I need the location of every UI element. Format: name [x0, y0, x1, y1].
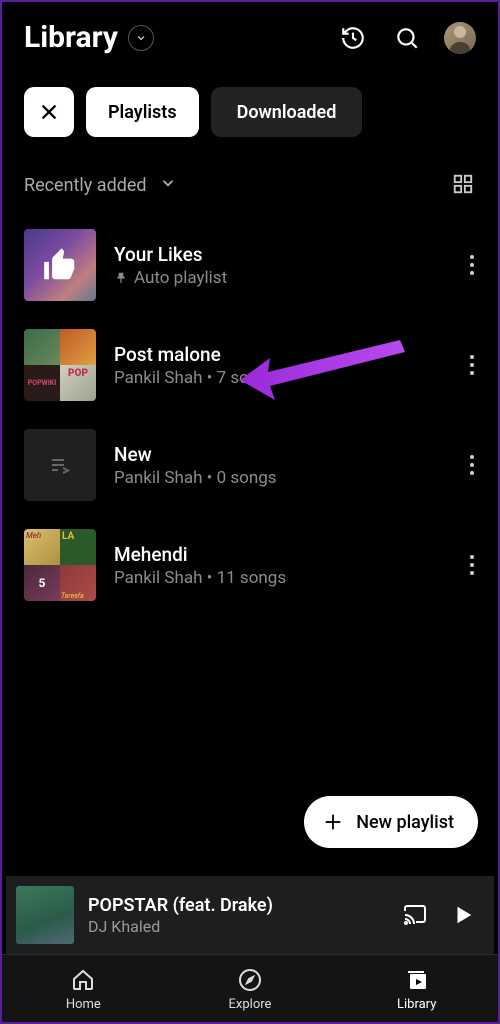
playlist-item-your-likes[interactable]: Your Likes Auto playlist: [24, 215, 492, 315]
playlist-subtitle: Pankil Shah • 11 songs: [114, 568, 452, 588]
playlist-thumb: Meh LA 5 Tareefa: [24, 529, 96, 601]
playlist-item-new[interactable]: New Pankil Shah • 0 songs: [24, 415, 492, 515]
library-icon: [404, 967, 430, 993]
play-icon[interactable]: [446, 900, 480, 930]
playlist-list: Your Likes Auto playlist POPWIKI POP Pos…: [0, 207, 500, 615]
playlist-menu-button[interactable]: [452, 255, 492, 275]
nav-library[interactable]: Library: [333, 955, 500, 1024]
grid-view-toggle[interactable]: [452, 173, 476, 197]
bottom-nav: Home Explore Library: [0, 954, 500, 1024]
nav-home[interactable]: Home: [0, 955, 167, 1024]
playlist-item-mehendi[interactable]: Meh LA 5 Tareefa Mehendi Pankil Shah • 1…: [24, 515, 492, 615]
playlist-thumb: [24, 429, 96, 501]
filter-chip-downloaded[interactable]: Downloaded: [211, 87, 363, 137]
page-title[interactable]: Library: [24, 20, 118, 55]
nav-label: Explore: [229, 997, 272, 1012]
mini-player[interactable]: POPSTAR (feat. Drake) DJ Khaled: [6, 876, 494, 954]
playlist-thumb: POPWIKI POP: [24, 329, 96, 401]
playlist-item-text: New Pankil Shah • 0 songs: [114, 443, 452, 488]
playlist-menu-button[interactable]: [452, 355, 492, 375]
compass-icon: [237, 967, 263, 993]
chevron-down-icon[interactable]: [159, 174, 177, 196]
mini-player-text: POPSTAR (feat. Drake) DJ Khaled: [88, 895, 384, 936]
playlist-title: Your Likes: [114, 243, 452, 266]
playlist-item-text: Your Likes Auto playlist: [114, 243, 452, 288]
playlist-item-text: Post malone Pankil Shah • 7 songs: [114, 343, 452, 388]
playlist-subtitle: Pankil Shah • 0 songs: [114, 468, 452, 488]
pin-icon: [114, 271, 128, 285]
mini-player-title: POPSTAR (feat. Drake): [88, 895, 384, 916]
nav-label: Library: [397, 997, 436, 1012]
mini-player-artist: DJ Khaled: [88, 917, 384, 936]
filter-chips: Playlists Downloaded: [0, 67, 500, 137]
playlist-menu-button[interactable]: [452, 555, 492, 575]
playlist-subtitle: Auto playlist: [114, 268, 452, 288]
nav-label: Home: [66, 997, 101, 1012]
filter-chip-playlists[interactable]: Playlists: [86, 87, 199, 137]
plus-icon: [322, 811, 344, 833]
playlist-title: New: [114, 443, 452, 466]
playlist-item-text: Mehendi Pankil Shah • 11 songs: [114, 543, 452, 588]
search-icon[interactable]: [394, 25, 420, 51]
history-icon[interactable]: [340, 25, 366, 51]
cast-icon[interactable]: [398, 900, 432, 930]
home-icon: [70, 967, 96, 993]
playlist-thumb: [24, 229, 96, 301]
playlist-title: Mehendi: [114, 543, 452, 566]
playlist-item-post-malone[interactable]: POPWIKI POP Post malone Pankil Shah • 7 …: [24, 315, 492, 415]
playlist-subtitle: Pankil Shah • 7 songs: [114, 368, 452, 388]
account-switcher-chevron[interactable]: [128, 25, 154, 51]
sort-label[interactable]: Recently added: [24, 175, 147, 196]
clear-filter-button[interactable]: [24, 87, 74, 137]
app-header: Library: [0, 0, 500, 67]
avatar[interactable]: [444, 22, 476, 54]
mini-player-thumb: [16, 886, 74, 944]
nav-explore[interactable]: Explore: [167, 955, 334, 1024]
new-playlist-label: New playlist: [356, 812, 454, 833]
playlist-menu-button[interactable]: [452, 455, 492, 475]
playlist-title: Post malone: [114, 343, 452, 366]
sort-row: Recently added: [0, 137, 500, 207]
new-playlist-button[interactable]: New playlist: [304, 796, 478, 848]
